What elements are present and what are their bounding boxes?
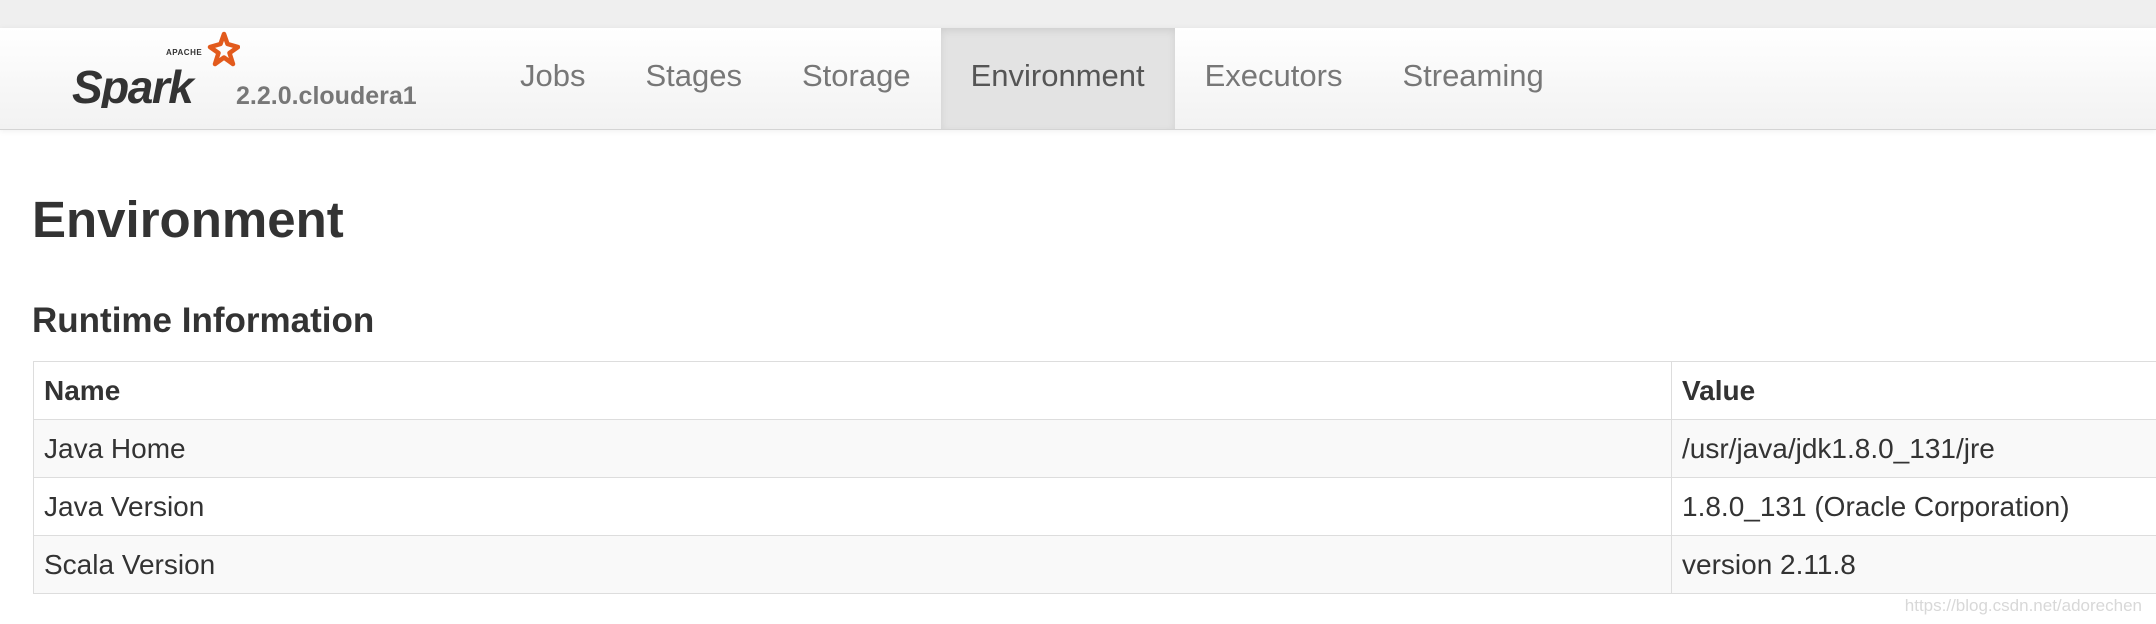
- navbar: APACHE Spark 2.2.0.cloudera1 Jobs Stages…: [0, 28, 2156, 130]
- table-row: Scala Version version 2.11.8: [33, 535, 2156, 594]
- table-cell-name: Java Version: [33, 477, 1672, 536]
- logo-spark-text: Spark: [72, 61, 196, 108]
- tab-environment[interactable]: Environment: [940, 28, 1175, 129]
- table-header-row: Name Value: [33, 361, 2156, 420]
- table-row: Java Home /usr/java/jdk1.8.0_131/jre: [33, 419, 2156, 478]
- section-title-runtime-information: Runtime Information: [32, 301, 375, 340]
- table-cell-name: Java Home: [33, 419, 1672, 478]
- page-title: Environment: [32, 191, 344, 248]
- table-row: Java Version 1.8.0_131 (Oracle Corporati…: [33, 477, 2156, 536]
- tab-jobs[interactable]: Jobs: [490, 28, 615, 129]
- runtime-information-table: Name Value Java Home /usr/java/jdk1.8.0_…: [33, 361, 2156, 594]
- column-header-value[interactable]: Value: [1671, 361, 2156, 420]
- brand[interactable]: APACHE Spark 2.2.0.cloudera1: [70, 28, 430, 129]
- watermark: https://blog.csdn.net/adorechen: [1904, 596, 2142, 615]
- table-cell-value: /usr/java/jdk1.8.0_131/jre: [1671, 419, 2156, 478]
- spark-logo-icon[interactable]: APACHE Spark: [70, 28, 240, 108]
- tab-storage[interactable]: Storage: [772, 28, 941, 129]
- logo-apache-text: APACHE: [166, 48, 202, 57]
- tab-streaming[interactable]: Streaming: [1372, 28, 1573, 129]
- top-strip: [0, 0, 2156, 28]
- column-header-name[interactable]: Name: [33, 361, 1672, 420]
- table-cell-value: version 2.11.8: [1671, 535, 2156, 594]
- tab-executors[interactable]: Executors: [1175, 28, 1373, 129]
- table-cell-name: Scala Version: [33, 535, 1672, 594]
- tab-stages[interactable]: Stages: [615, 28, 772, 129]
- logo-star-icon: [207, 31, 240, 67]
- table-cell-value: 1.8.0_131 (Oracle Corporation): [1671, 477, 2156, 536]
- nav-tabs: Jobs Stages Storage Environment Executor…: [490, 28, 1574, 129]
- spark-version: 2.2.0.cloudera1: [236, 82, 417, 110]
